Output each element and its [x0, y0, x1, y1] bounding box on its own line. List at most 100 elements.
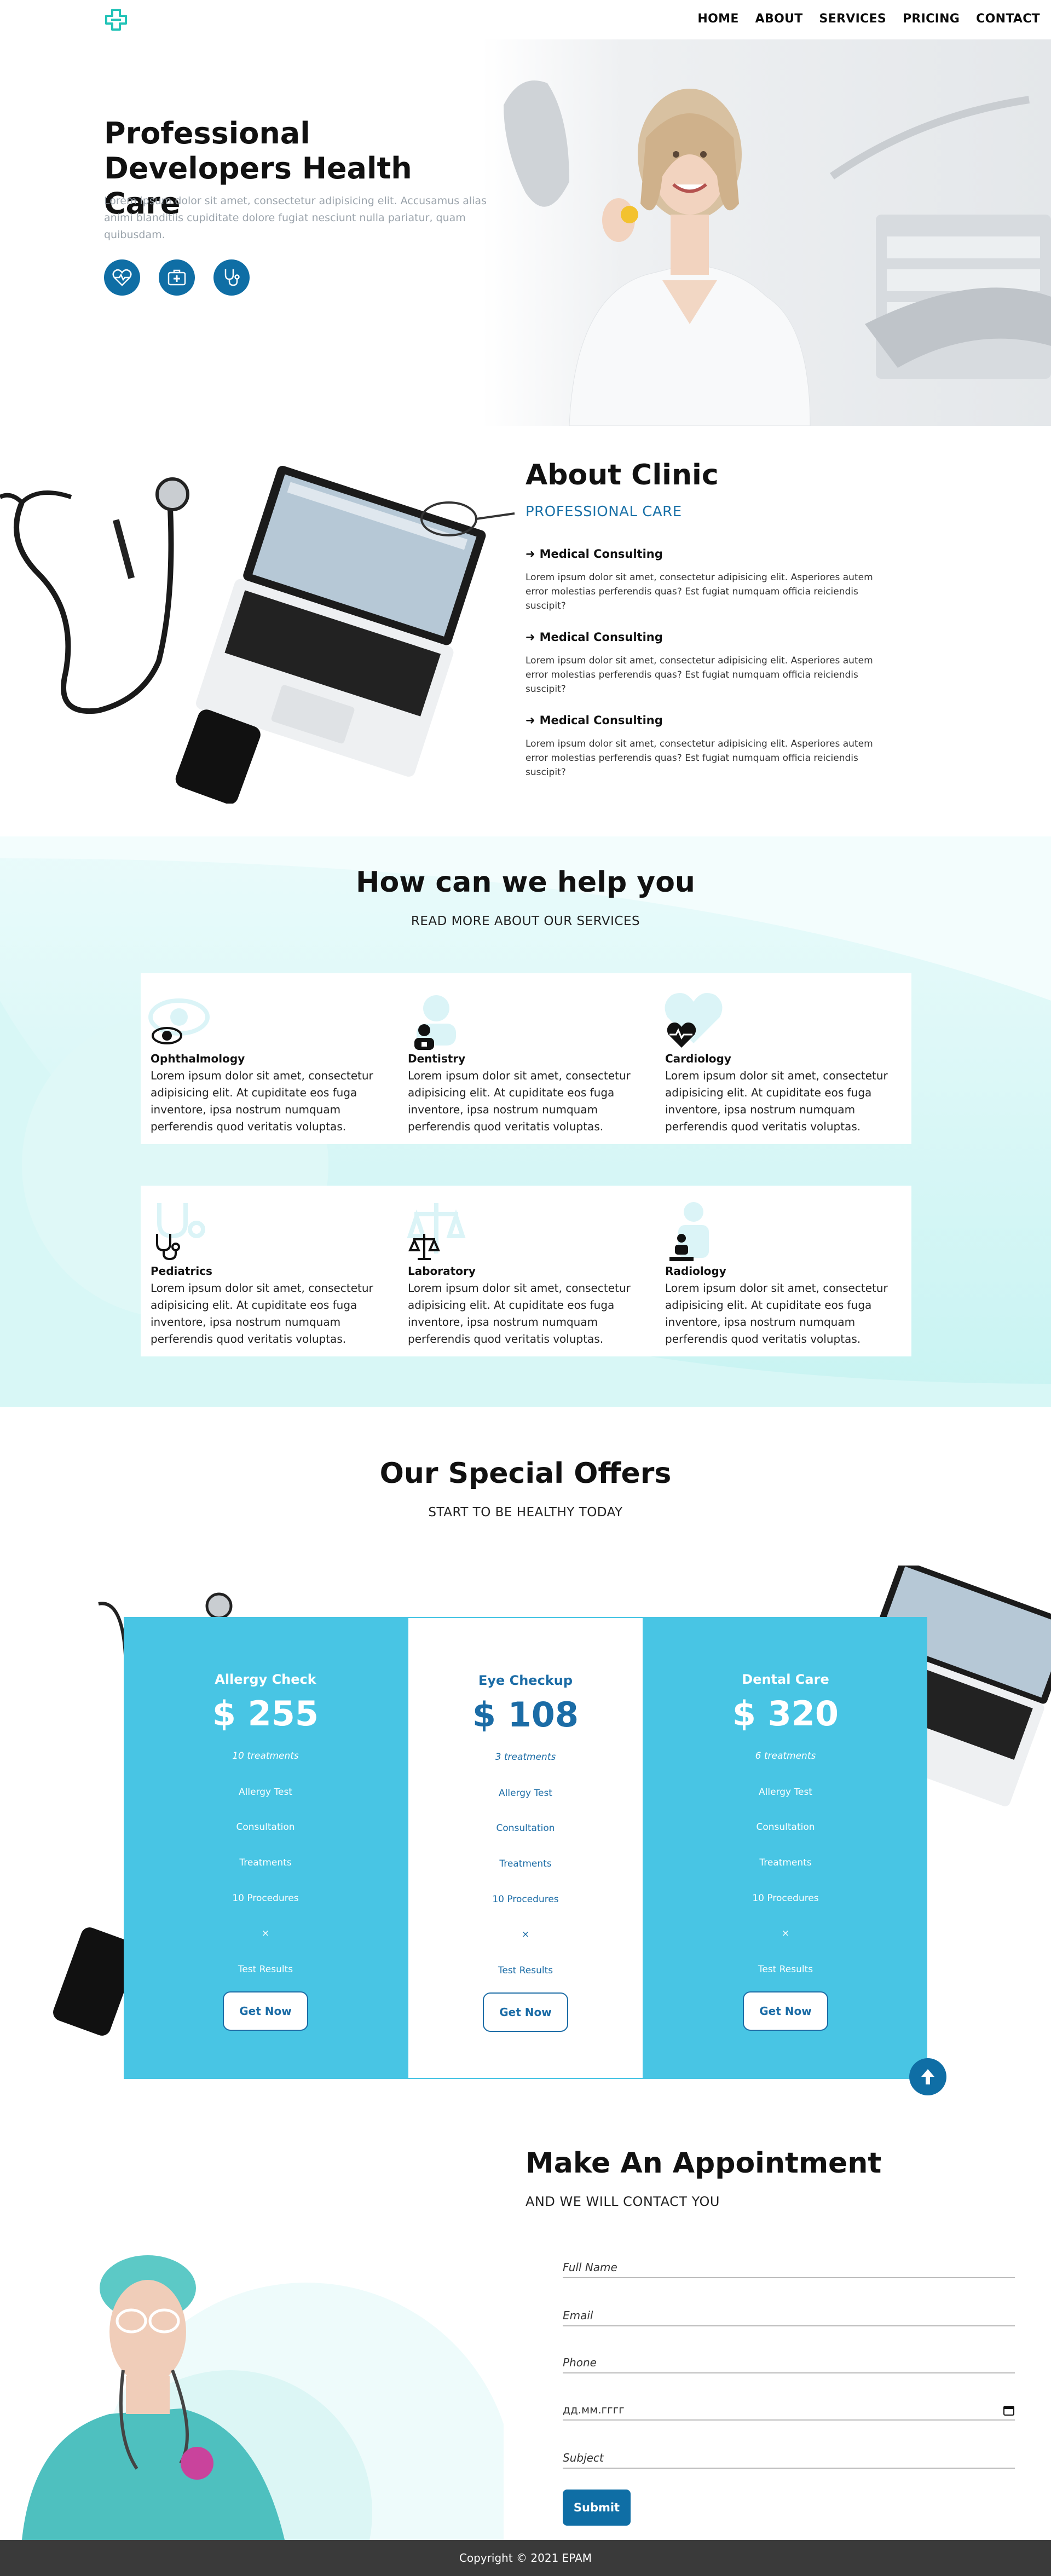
about-subtitle: PROFESSIONAL CARE [526, 504, 682, 520]
close-icon: × [261, 1928, 270, 1939]
copyright-text: Copyright © 2021 EPAM [459, 2551, 592, 2565]
service-card[interactable]: Dentistry Lorem ipsum dolor sit amet, co… [398, 973, 639, 1144]
heart-rate-icon[interactable] [104, 259, 140, 296]
subject-field[interactable]: Subject [563, 2445, 1015, 2469]
service-text: Lorem ipsum dolor sit amet, consectetur … [151, 1069, 373, 1133]
full-name-field[interactable]: Full Name [563, 2254, 1015, 2278]
dentist-icon [414, 1024, 434, 1050]
eye-icon [152, 1027, 182, 1044]
plan-feature: Consultation [496, 1823, 555, 1834]
date-field-placeholder: дд.мм.гггг [563, 2403, 625, 2416]
top-nav: HOME ABOUT SERVICES PRICING CONTACT [0, 0, 1051, 39]
services-title: How can we help you [356, 866, 695, 899]
service-name: Pediatrics [151, 1264, 212, 1278]
service-name: Dentistry [408, 1052, 466, 1065]
about-item: ➜ Medical Consulting Lorem ipsum dolor si… [526, 547, 876, 613]
about-item: ➜ Medical Consulting Lorem ipsum dolor si… [526, 714, 876, 779]
date-field[interactable]: дд.мм.гггг [563, 2396, 1015, 2421]
plan-feature: Test Results [498, 1965, 553, 1976]
about-item-text: Lorem ipsum dolor sit amet, consectetur … [526, 655, 873, 695]
hero-icon-row [104, 259, 250, 296]
plan-feature: 10 Procedures [752, 1893, 819, 1904]
plan-treatments: 6 treatments [755, 1751, 816, 1761]
plan-feature: 10 Procedures [492, 1894, 559, 1905]
service-name: Cardiology [665, 1052, 731, 1065]
services-row: Ophthalmology Lorem ipsum dolor sit amet… [141, 973, 911, 1144]
service-card[interactable]: Ophthalmology Lorem ipsum dolor sit amet… [141, 973, 382, 1144]
stethoscope-icon[interactable] [213, 259, 250, 296]
x-ray-person-icon [669, 1234, 694, 1261]
phone-field[interactable]: Phone [563, 2349, 1015, 2373]
calendar-icon[interactable] [1003, 2404, 1015, 2416]
plan-name: Eye Checkup [478, 1673, 573, 1688]
service-text: Lorem ipsum dolor sit amet, consectetur … [151, 1281, 373, 1345]
service-name: Ophthalmology [151, 1052, 245, 1065]
offers-title: Our Special Offers [379, 1457, 672, 1490]
hero-image [482, 39, 1051, 426]
page: HOME ABOUT SERVICES PRICING CONTACT Prof… [0, 0, 1051, 2576]
scroll-top-button[interactable] [909, 2058, 946, 2095]
service-card[interactable]: Radiology Lorem ipsum dolor sit amet, co… [655, 1186, 896, 1356]
close-icon: × [521, 1929, 530, 1940]
about-item-title: Medical Consulting [539, 631, 663, 644]
plan-feature: Treatments [499, 1858, 552, 1869]
service-name: Radiology [665, 1264, 726, 1278]
get-now-button[interactable]: Get Now [743, 1991, 828, 2031]
arrow-up-icon [921, 2069, 934, 2084]
plan-feature: Allergy Test [499, 1788, 552, 1799]
about-item-title: Medical Consulting [539, 547, 663, 561]
pricing-card: Dental Care $ 320 6 treatments Allergy T… [644, 1617, 927, 2079]
about-item-text: Lorem ipsum dolor sit amet, consectetur … [526, 738, 873, 778]
services-row: Pediatrics Lorem ipsum dolor sit amet, c… [141, 1186, 911, 1356]
service-card[interactable]: Cardiology Lorem ipsum dolor sit amet, c… [655, 973, 896, 1144]
plan-feature: 10 Procedures [232, 1893, 299, 1904]
plan-treatments: 3 treatments [495, 1752, 556, 1763]
close-icon: × [781, 1928, 790, 1939]
nav-about[interactable]: ABOUT [755, 12, 803, 26]
get-now-button[interactable]: Get Now [223, 1991, 308, 2031]
nav-home[interactable]: HOME [697, 12, 738, 26]
service-name: Laboratory [408, 1264, 476, 1278]
service-text: Lorem ipsum dolor sit amet, consectetur … [665, 1281, 888, 1345]
plan-feature: Test Results [758, 1964, 813, 1975]
nav-services[interactable]: SERVICES [819, 12, 886, 26]
pricing-card: Eye Checkup $ 108 3 treatments Allergy T… [407, 1617, 644, 2079]
about-item: ➜ Medical Consulting Lorem ipsum dolor si… [526, 631, 876, 696]
arrow-right-icon: ➜ [526, 714, 535, 727]
plan-price: $ 255 [212, 1694, 319, 1734]
get-now-button[interactable]: Get Now [483, 1992, 568, 2032]
footer: Copyright © 2021 EPAM [0, 2540, 1051, 2576]
balance-scale-icon [408, 1234, 441, 1260]
nav-pricing[interactable]: PRICING [903, 12, 960, 26]
appointment-title: Make An Appointment [526, 2147, 882, 2180]
nav-contact[interactable]: CONTACT [976, 12, 1040, 26]
services-subtitle: READ MORE ABOUT OUR SERVICES [411, 914, 640, 928]
plan-feature: Treatments [759, 1857, 812, 1868]
email-field[interactable]: Email [563, 2302, 1015, 2326]
about-item-text: Lorem ipsum dolor sit amet, consectetur … [526, 572, 873, 611]
plan-feature: Consultation [236, 1822, 295, 1833]
nurse-image [0, 2206, 504, 2540]
submit-button[interactable]: Submit [563, 2490, 631, 2526]
medical-kit-icon[interactable] [159, 259, 195, 296]
plan-price: $ 108 [472, 1695, 579, 1735]
main-menu: HOME ABOUT SERVICES PRICING CONTACT [697, 12, 1040, 26]
pricing-card: Allergy Check $ 255 10 treatments Allerg… [124, 1617, 407, 2079]
offers-subtitle: START TO BE HEALTHY TODAY [428, 1505, 623, 1520]
stethoscope-icon [156, 1234, 180, 1261]
service-text: Lorem ipsum dolor sit amet, consectetur … [408, 1069, 631, 1133]
plan-feature: Test Results [238, 1964, 293, 1975]
medical-cross-icon[interactable] [104, 8, 128, 32]
service-card[interactable]: Pediatrics Lorem ipsum dolor sit amet, c… [141, 1186, 382, 1356]
arrow-right-icon: ➜ [526, 631, 535, 644]
service-text: Lorem ipsum dolor sit amet, consectetur … [408, 1281, 631, 1345]
plan-feature: Treatments [239, 1857, 292, 1868]
about-item-title: Medical Consulting [539, 714, 663, 727]
about-image [0, 453, 526, 805]
arrow-right-icon: ➜ [526, 547, 535, 561]
service-text: Lorem ipsum dolor sit amet, consectetur … [665, 1069, 888, 1133]
service-card[interactable]: Laboratory Lorem ipsum dolor sit amet, c… [398, 1186, 639, 1356]
plan-name: Dental Care [742, 1672, 829, 1687]
plan-treatments: 10 treatments [232, 1751, 299, 1761]
appointment-subtitle: AND WE WILL CONTACT YOU [526, 2194, 720, 2209]
